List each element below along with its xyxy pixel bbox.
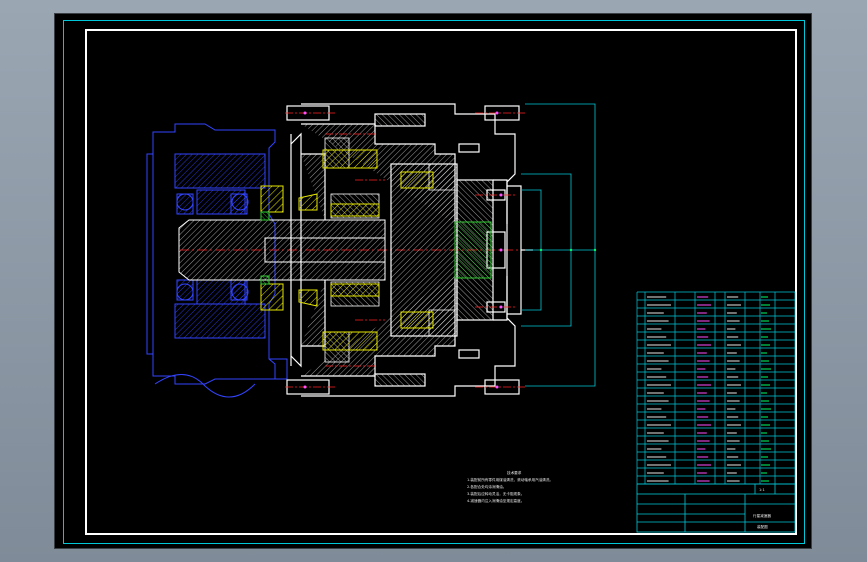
notes-title: 技术要求 xyxy=(507,470,522,475)
title-block-name: 行星减速器 xyxy=(753,513,771,518)
title-block xyxy=(636,483,796,533)
note-line-1: 1.装配前所有零件用煤油清洗，滚动轴承用汽油清洗。 xyxy=(467,477,553,482)
note-line-2: 2.各配合处均涂润滑油。 xyxy=(467,484,506,489)
technical-notes: 技术要求 1.装配前所有零件用煤油清洗，滚动轴承用汽油清洗。 2.各配合处均涂润… xyxy=(467,470,553,503)
parts-list-entries xyxy=(647,296,771,482)
assembly-drawing: 技术要求 1.装配前所有零件用煤油清洗，滚动轴承用汽油清洗。 2.各配合处均涂润… xyxy=(146,103,796,533)
note-line-4: 4.减速器内注入润滑油至规定高度。 xyxy=(467,498,524,503)
title-block-drawing-no: 装配图 xyxy=(757,524,768,529)
cad-viewport[interactable]: 技术要求 1.装配前所有零件用煤油清洗，滚动轴承用汽油清洗。 2.各配合处均涂润… xyxy=(54,13,812,549)
title-block-scale: 1:1 xyxy=(759,488,765,492)
note-line-3: 3.装配后应转动灵活，无卡阻现象。 xyxy=(467,491,524,496)
dimension-lines xyxy=(521,103,596,387)
